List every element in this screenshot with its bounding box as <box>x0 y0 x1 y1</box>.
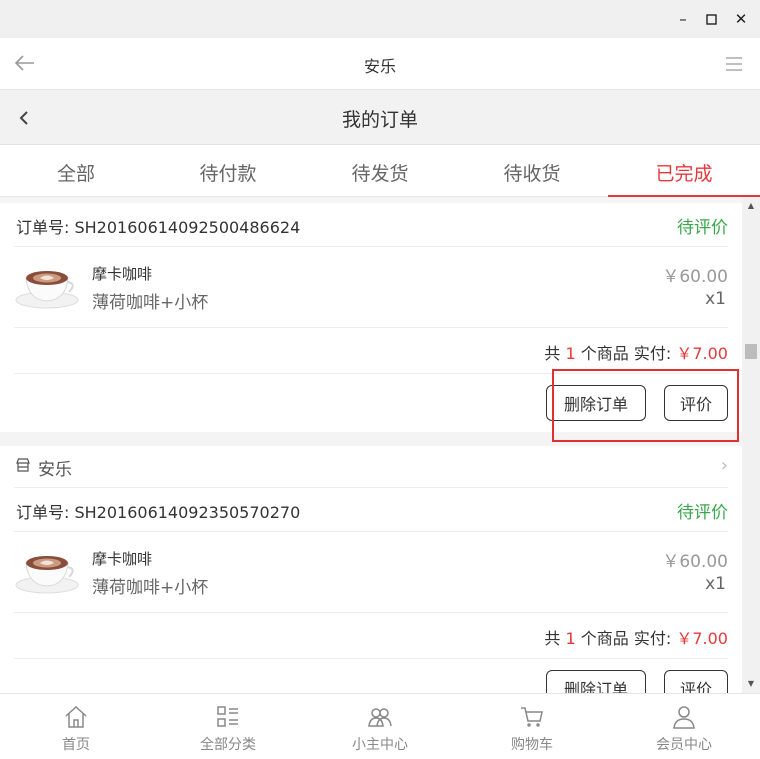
minimize-button[interactable]: – <box>672 8 694 30</box>
summary-total: ￥7.00 <box>676 629 728 648</box>
item-name: 摩卡咖啡 <box>92 265 153 283</box>
order-tabs: 全部 待付款 待发货 待收货 已完成 <box>0 145 760 197</box>
group-icon <box>368 708 392 727</box>
chevron-right-icon: › <box>720 455 728 476</box>
item-name: 摩卡咖啡 <box>92 550 153 568</box>
summary-prefix: 共 <box>544 344 561 363</box>
window-titlebar: – ✕ <box>0 0 760 38</box>
nav-label: 购物车 <box>511 737 553 753</box>
summary-total: ￥7.00 <box>676 344 728 363</box>
item-spec: 薄荷咖啡+小杯 <box>92 578 209 598</box>
item-spec: 薄荷咖啡+小杯 <box>92 293 209 313</box>
card-gap <box>0 432 742 446</box>
coffee-image <box>15 271 79 309</box>
nav-label: 全部分类 <box>200 737 256 753</box>
order-actions: 删除订单 评价 <box>14 659 728 693</box>
tab-pending-shipment[interactable]: 待发货 <box>304 145 456 196</box>
tab-completed[interactable]: 已完成 <box>608 145 760 197</box>
home-icon <box>65 705 87 728</box>
order-card: 订单号: SH20160614092500486624 待评价 摩卡咖啡 薄荷咖… <box>0 203 742 432</box>
item-price: ￥60.00 <box>662 267 728 287</box>
shop-icon <box>16 458 30 472</box>
order-list[interactable]: 订单号: SH20160614092500486624 待评价 摩卡咖啡 薄荷咖… <box>0 197 742 693</box>
maximize-icon <box>705 13 717 25</box>
order-actions: 删除订单 评价 <box>14 374 728 432</box>
rate-button[interactable]: 评价 <box>664 670 728 693</box>
hamburger-icon <box>726 57 742 71</box>
close-button[interactable]: ✕ <box>730 8 752 30</box>
user-icon <box>673 706 695 729</box>
order-summary: 共 1 个商品 实付: ￥7.00 <box>14 613 728 659</box>
summary-prefix: 共 <box>544 629 561 648</box>
order-status: 待评价 <box>677 218 728 238</box>
scrollbar[interactable]: ▲ ▼ <box>742 197 760 693</box>
tab-pending-receipt[interactable]: 待收货 <box>456 145 608 196</box>
scroll-down-icon[interactable]: ▼ <box>746 679 756 689</box>
bottom-nav: 首页 全部分类 小主中心 购物车 会员中心 <box>0 693 760 759</box>
page-title: 我的订单 <box>341 109 418 131</box>
shop-row[interactable]: 安乐 › <box>14 446 728 488</box>
coffee-image <box>15 556 79 594</box>
order-item[interactable]: 摩卡咖啡 薄荷咖啡+小杯 ￥60.00 x1 <box>14 532 728 613</box>
nav-label: 会员中心 <box>656 737 712 753</box>
app-bar: 安乐 <box>0 38 760 90</box>
order-status: 待评价 <box>677 503 728 523</box>
delete-order-button[interactable]: 删除订单 <box>546 670 646 693</box>
nav-center[interactable]: 小主中心 <box>304 694 456 759</box>
order-card: 安乐 › 订单号: SH20160614092350570270 待评价 摩卡咖… <box>0 446 742 693</box>
item-qty: x1 <box>705 289 726 309</box>
rate-button[interactable]: 评价 <box>664 385 728 421</box>
order-number-row: 订单号: SH20160614092350570270 待评价 <box>14 488 728 532</box>
nav-cart[interactable]: 购物车 <box>456 694 608 759</box>
summary-mid: 个商品 实付: <box>580 344 672 363</box>
scroll-up-icon[interactable]: ▲ <box>746 201 756 211</box>
tab-all[interactable]: 全部 <box>0 145 152 196</box>
order-number: 订单号: SH20160614092350570270 <box>16 503 301 522</box>
summary-mid: 个商品 实付: <box>580 629 672 648</box>
app-title: 安乐 <box>363 57 396 76</box>
shop-name: 安乐 <box>38 460 72 480</box>
nav-label: 首页 <box>62 737 90 753</box>
category-icon <box>217 706 238 727</box>
maximize-button[interactable] <box>700 8 722 30</box>
order-item[interactable]: 摩卡咖啡 薄荷咖啡+小杯 ￥60.00 x1 <box>14 247 728 328</box>
item-price: ￥60.00 <box>662 552 728 572</box>
delete-order-button[interactable]: 删除订单 <box>546 385 646 421</box>
tab-pending-payment[interactable]: 待付款 <box>152 145 304 196</box>
cart-icon <box>521 707 543 727</box>
summary-count: 1 <box>565 629 576 648</box>
nav-member[interactable]: 会员中心 <box>608 694 760 759</box>
order-number: 订单号: SH20160614092500486624 <box>16 218 301 237</box>
item-qty: x1 <box>705 574 726 594</box>
order-number-row: 订单号: SH20160614092500486624 待评价 <box>14 203 728 247</box>
scroll-thumb[interactable] <box>745 344 757 359</box>
nav-categories[interactable]: 全部分类 <box>152 694 304 759</box>
summary-count: 1 <box>565 344 576 363</box>
nav-label: 小主中心 <box>352 737 408 753</box>
order-summary: 共 1 个商品 实付: ￥7.00 <box>14 328 728 374</box>
page-header: 我的订单 <box>0 90 760 145</box>
nav-home[interactable]: 首页 <box>0 694 152 759</box>
menu-button[interactable] <box>724 56 744 72</box>
